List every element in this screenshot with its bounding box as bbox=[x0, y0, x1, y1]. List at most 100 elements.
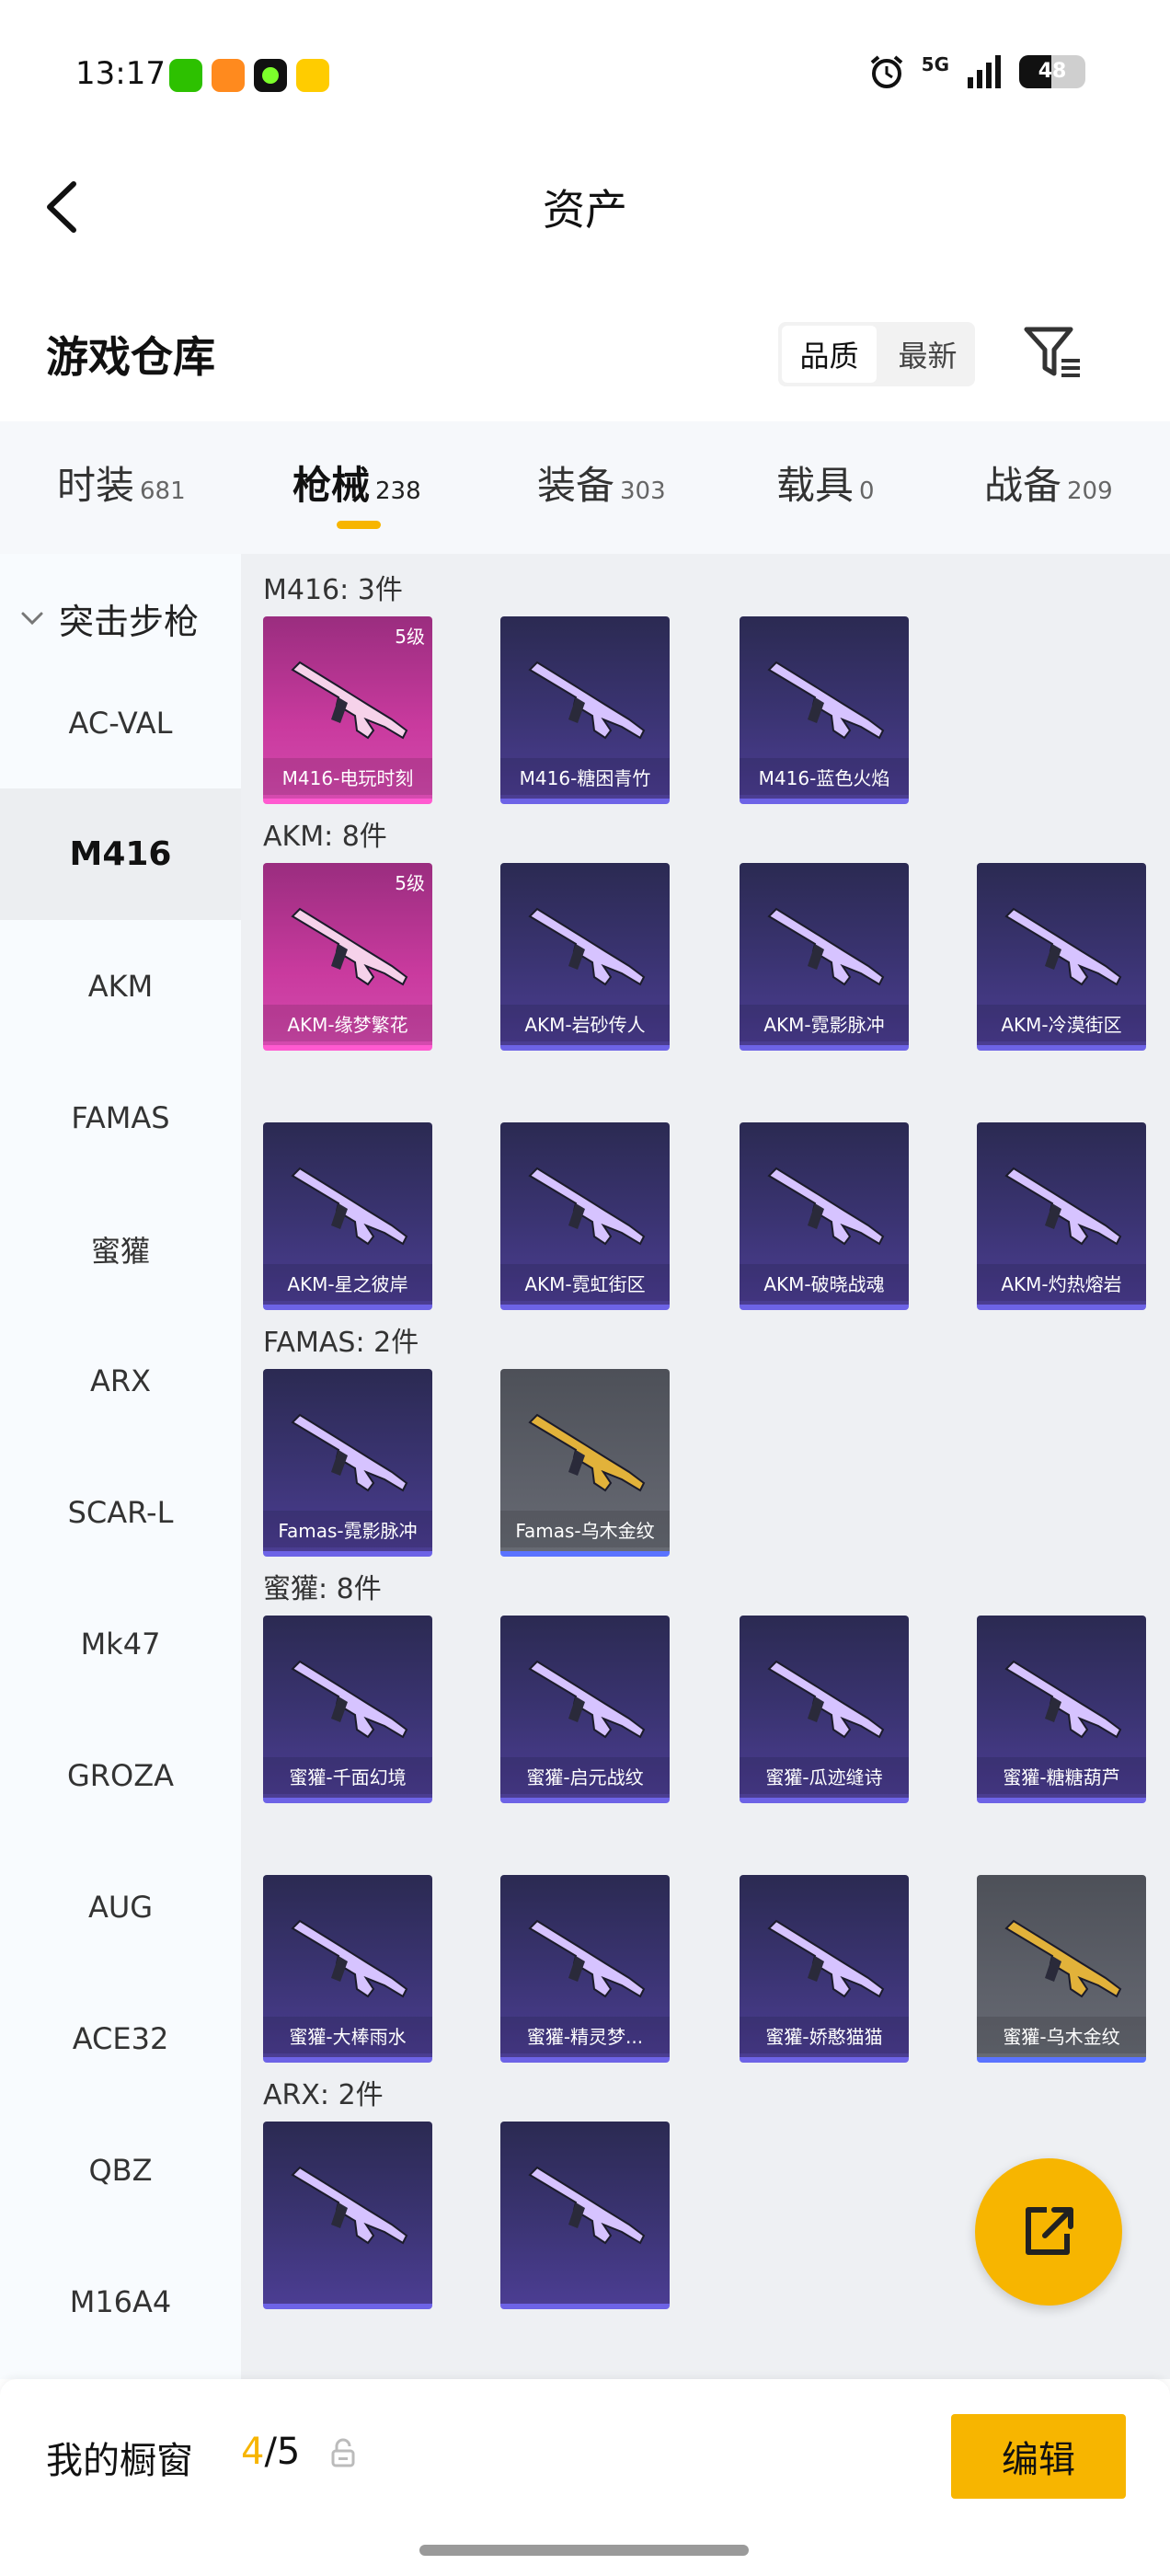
card-label: 蜜獾-启元战纹 bbox=[500, 1757, 670, 1794]
group-title: ARX: 2件 bbox=[263, 2079, 384, 2111]
weapon-card[interactable]: AKM-破晓战魂 bbox=[740, 1122, 909, 1310]
card-level: 5级 bbox=[395, 872, 425, 894]
weapon-grid: M416: 3件 5级 M416-电玩时刻 M416-糖困青竹 M416-蓝色火焰 AKM… bbox=[241, 554, 1170, 2379]
sort-by-quality[interactable]: 品质 bbox=[782, 326, 877, 383]
weapon-card[interactable]: 蜜獾-糖糖葫芦 bbox=[977, 1616, 1146, 1803]
sidebar-item[interactable]: AUG bbox=[0, 1841, 241, 1972]
tab-weapons[interactable]: 枪械 238 bbox=[292, 454, 421, 519]
weapon-card[interactable]: Famas-霓影脉冲 bbox=[263, 1369, 432, 1557]
weapon-card[interactable]: 蜜獾-娇憨猫猫 bbox=[740, 1875, 909, 2063]
weapon-card[interactable]: 蜜獾-大棒雨水 bbox=[263, 1875, 432, 2063]
showcase-current: 4 bbox=[241, 2431, 265, 2473]
weapon-card[interactable]: M416-蓝色火焰 bbox=[740, 616, 909, 804]
filter-icon[interactable] bbox=[1023, 322, 1084, 383]
sidebar-item[interactable]: AC-VAL bbox=[0, 657, 241, 788]
sidebar-item[interactable]: GROZA bbox=[0, 1709, 241, 1841]
battery-icon: 48 bbox=[1019, 55, 1085, 88]
card-label: 蜜獾-糖糖葫芦 bbox=[977, 1757, 1146, 1794]
tab-skins[interactable]: 时装 681 bbox=[57, 454, 186, 519]
chevron-down-icon bbox=[21, 612, 43, 626]
tab-label: 枪械 bbox=[292, 463, 371, 508]
weapon-card[interactable]: Famas-乌木金纹 bbox=[500, 1369, 670, 1557]
weapon-card[interactable]: AKM-霓虹街区 bbox=[500, 1122, 670, 1310]
sidebar-item[interactable]: AKM bbox=[0, 920, 241, 1052]
card-label: M416-糖困青竹 bbox=[500, 758, 670, 795]
yellow-app-icon bbox=[296, 59, 329, 92]
network-label: 5G bbox=[921, 53, 949, 75]
home-indicator[interactable] bbox=[419, 2545, 749, 2556]
tab-vehicles[interactable]: 载具 0 bbox=[776, 454, 875, 519]
card-label: 蜜獾-娇憨猫猫 bbox=[740, 2017, 909, 2053]
active-tab-indicator bbox=[337, 521, 381, 529]
weapon-card[interactable]: 蜜獾-启元战纹 bbox=[500, 1616, 670, 1803]
weapon-card[interactable]: 5级 AKM-缘梦繁花 bbox=[263, 863, 432, 1051]
sidebar-category-assault-rifles[interactable]: 突击步枪 bbox=[0, 581, 241, 655]
rifle-icon bbox=[291, 1660, 408, 1739]
weapon-card[interactable]: AKM-冷漠街区 bbox=[977, 863, 1146, 1051]
warehouse-title: 游戏仓库 bbox=[46, 332, 215, 382]
group-title: M416: 3件 bbox=[263, 574, 403, 606]
card-label: 蜜獾-乌木金纹 bbox=[977, 2017, 1146, 2053]
rifle-icon bbox=[528, 1413, 646, 1492]
card-label: 蜜獾-精灵梦... bbox=[500, 2017, 670, 2053]
weapon-card[interactable]: AKM-霓影脉冲 bbox=[740, 863, 909, 1051]
rifle-icon bbox=[528, 907, 646, 986]
sidebar-item[interactable]: QBZ bbox=[0, 2104, 241, 2236]
weapon-card[interactable]: 蜜獾-千面幻境 bbox=[263, 1616, 432, 1803]
weapon-card[interactable]: 蜜獾-瓜迹缝诗 bbox=[740, 1616, 909, 1803]
card-label: 蜜獾-千面幻境 bbox=[263, 1757, 432, 1794]
card-label: AKM-霓影脉冲 bbox=[740, 1005, 909, 1041]
tab-supplies[interactable]: 战备 209 bbox=[984, 454, 1113, 519]
lock-icon bbox=[331, 2438, 355, 2467]
status-time: 13:17 bbox=[75, 55, 166, 92]
group-title: FAMAS: 2件 bbox=[263, 1327, 419, 1359]
rifle-icon bbox=[1004, 907, 1122, 986]
card-label: M416-蓝色火焰 bbox=[740, 758, 909, 795]
card-label: Famas-乌木金纹 bbox=[500, 1511, 670, 1547]
rifle-icon bbox=[528, 661, 646, 740]
tab-equipment[interactable]: 装备 303 bbox=[537, 454, 666, 519]
page-title: 资产 bbox=[543, 185, 627, 235]
rifle-icon bbox=[767, 1660, 885, 1739]
sidebar-item[interactable]: M416 bbox=[0, 788, 241, 920]
tab-label: 时装 bbox=[57, 463, 135, 508]
share-button[interactable] bbox=[975, 2158, 1122, 2306]
sidebar-category-label: 突击步枪 bbox=[59, 601, 200, 642]
sort-by-newest[interactable]: 最新 bbox=[880, 322, 975, 386]
showcase-bar: 我的橱窗 4/5 编辑 bbox=[0, 2379, 1170, 2576]
sidebar-item[interactable]: Mk47 bbox=[0, 1578, 241, 1709]
sidebar-item[interactable]: SCAR-L bbox=[0, 1446, 241, 1578]
showcase-label: 我的橱窗 bbox=[46, 2440, 193, 2482]
weapon-card[interactable]: AKM-灼热熔岩 bbox=[977, 1122, 1146, 1310]
weapon-card[interactable]: AKM-星之彼岸 bbox=[263, 1122, 432, 1310]
rifle-icon bbox=[291, 2166, 408, 2245]
sidebar-item[interactable]: ACE32 bbox=[0, 1972, 241, 2104]
weapon-card[interactable]: M416-糖困青竹 bbox=[500, 616, 670, 804]
rifle-icon bbox=[291, 661, 408, 740]
sidebar-item[interactable]: 蜜獾 bbox=[0, 1183, 241, 1315]
rifle-icon bbox=[767, 907, 885, 986]
rifle-icon bbox=[528, 1660, 646, 1739]
weapon-card[interactable]: 5级 M416-电玩时刻 bbox=[263, 616, 432, 804]
card-label: AKM-灼热熔岩 bbox=[977, 1264, 1146, 1301]
notification-icons bbox=[169, 59, 329, 92]
status-indicators: 5G 48 bbox=[868, 53, 1085, 90]
weapon-card[interactable] bbox=[500, 2122, 670, 2309]
sidebar-item[interactable]: ARX bbox=[0, 1315, 241, 1446]
weapon-card[interactable]: AKM-岩砂传人 bbox=[500, 863, 670, 1051]
rifle-icon bbox=[291, 1413, 408, 1492]
rifle-icon bbox=[291, 907, 408, 986]
sort-toggle: 品质 最新 bbox=[778, 322, 975, 386]
rifle-icon bbox=[1004, 1919, 1122, 1998]
orange-app-icon bbox=[212, 59, 245, 92]
edit-button[interactable]: 编辑 bbox=[951, 2414, 1126, 2499]
rifle-icon bbox=[291, 1919, 408, 1998]
weapon-card[interactable]: 蜜獾-精灵梦... bbox=[500, 1875, 670, 2063]
share-icon bbox=[1026, 2207, 1073, 2255]
card-label: Famas-霓影脉冲 bbox=[263, 1511, 432, 1547]
sidebar-item[interactable]: M16A4 bbox=[0, 2236, 241, 2367]
weapon-card[interactable] bbox=[263, 2122, 432, 2309]
sidebar-item[interactable]: FAMAS bbox=[0, 1052, 241, 1183]
weapon-card[interactable]: 蜜獾-乌木金纹 bbox=[977, 1875, 1146, 2063]
rifle-icon bbox=[528, 1919, 646, 1998]
